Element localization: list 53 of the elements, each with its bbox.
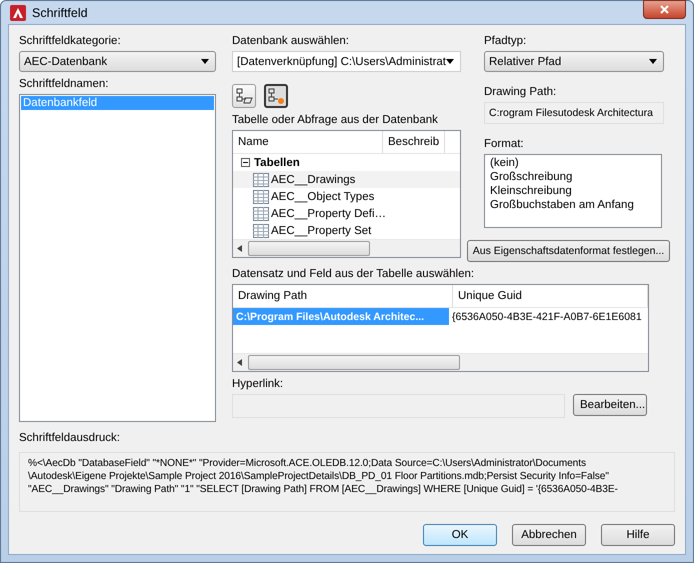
table-icon bbox=[253, 224, 269, 238]
scrollbar-thumb[interactable] bbox=[248, 355, 460, 370]
table-cell[interactable]: {6536A050-4B3E-421F-A0B7-6E1E6081 bbox=[449, 308, 648, 325]
new-record-icon bbox=[267, 87, 285, 105]
column-header[interactable]: Name bbox=[233, 131, 383, 153]
category-dropdown[interactable]: AEC-Datenbank bbox=[19, 51, 216, 72]
database-dropdown[interactable]: [Datenverknüpfung] C:\Users\Administrat bbox=[232, 51, 461, 72]
column-header[interactable]: Unique Guid bbox=[453, 285, 648, 307]
drawing-path-field[interactable]: C:rogram Filesutodesk Architectura bbox=[484, 102, 664, 124]
list-item[interactable]: (kein) bbox=[486, 156, 660, 170]
table-picker-label: Tabelle oder Abfrage aus der Datenbank bbox=[232, 114, 439, 126]
scroll-left-icon[interactable] bbox=[237, 245, 242, 252]
collapse-icon[interactable] bbox=[241, 158, 250, 167]
dialog-button[interactable]: OK bbox=[423, 524, 497, 546]
table-icon bbox=[253, 206, 269, 220]
window-title: Schriftfeld bbox=[32, 6, 88, 20]
database-label: Datenbank auswählen: bbox=[232, 35, 350, 47]
records-label: Datensatz und Feld aus der Tabelle auswählen: bbox=[232, 268, 476, 280]
list-item[interactable]: Großschreibung bbox=[486, 170, 660, 184]
expression-label: Schriftfeldausdruck: bbox=[19, 432, 121, 444]
category-label: Schriftfeldkategorie: bbox=[19, 35, 122, 47]
table-icon bbox=[253, 190, 269, 204]
caret-icon bbox=[446, 59, 454, 64]
column-header[interactable]: Drawing Path bbox=[233, 285, 453, 307]
path-type-dropdown[interactable]: Relativer Pfad bbox=[484, 51, 664, 72]
path-type-label: Pfadtyp: bbox=[484, 35, 528, 47]
scrollbar-thumb[interactable] bbox=[248, 241, 370, 256]
scroll-left-icon[interactable] bbox=[237, 359, 242, 366]
close-icon bbox=[660, 5, 669, 14]
tree-item[interactable]: AEC__Object Types bbox=[271, 190, 374, 202]
caret-icon bbox=[649, 59, 657, 64]
dialog-button[interactable]: Hilfe bbox=[601, 524, 675, 546]
expression-text: %<\AecDb "DatabaseField" "*NONE*" "Provider=Microsoft.ACE.OLEDB.12.0;Data Source=C:\Users\Administrator\Documents \Autodesk\Eigene Projekte\Sample Project 2016\SampleProjectDetails\DB_PD_01 Floor Partitions.mdb;Persist Security Info=False" "AEC__Drawings" "Drawing Path" "1" "SELECT [Drawing Path] FROM [AEC__Drawings] WHERE [Unique Guid] = '{6536A050-4B3E- bbox=[19, 452, 675, 512]
dialog-button[interactable]: Abbrechen bbox=[512, 524, 586, 546]
close-button[interactable] bbox=[643, 0, 686, 19]
toolbar-button[interactable] bbox=[264, 84, 288, 108]
list-item[interactable]: Großbuchstaben am Anfang bbox=[486, 198, 660, 212]
tree-item[interactable]: AEC__Property Set bbox=[271, 224, 372, 236]
list-item[interactable]: Kleinschreibung bbox=[486, 184, 660, 198]
format-label: Format: bbox=[484, 138, 525, 150]
table-icon bbox=[253, 172, 269, 186]
format-button[interactable]: Aus Eigenschaftsdatenformat festlegen... bbox=[467, 240, 670, 262]
drawing-path-label: Drawing Path: bbox=[484, 86, 558, 98]
tree-item[interactable]: Tabellen bbox=[254, 156, 300, 168]
tree-item[interactable]: AEC__Property Defi… bbox=[271, 208, 386, 220]
app-logo-icon bbox=[10, 4, 26, 20]
toolbar-button[interactable] bbox=[232, 84, 256, 108]
field-names-label: Schriftfeldnamen: bbox=[19, 78, 110, 90]
edit-button[interactable]: Bearbeiten... bbox=[573, 394, 647, 416]
caret-icon bbox=[201, 59, 209, 64]
open-record-icon bbox=[235, 87, 253, 105]
hyperlink-label: Hyperlink: bbox=[232, 378, 284, 390]
column-header[interactable]: Beschreib bbox=[383, 131, 445, 153]
